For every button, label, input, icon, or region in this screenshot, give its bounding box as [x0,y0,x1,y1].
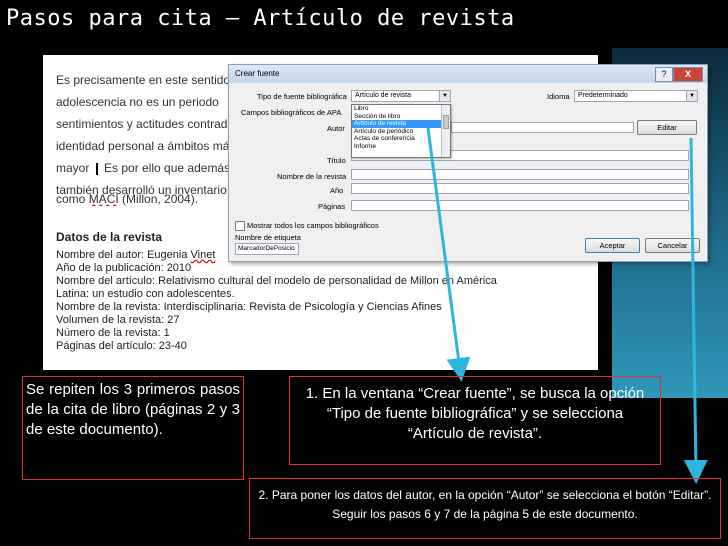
chevron-down-icon[interactable]: ▼ [439,91,450,101]
data-line: Volumen de la revista: 27 [56,314,180,326]
tag-name-label: Nombre de etiqueta [235,233,301,242]
edit-button[interactable]: Editar [637,120,697,135]
slide-title: Pasos para cita – Artículo de revista [6,6,515,31]
paragraph-fragment: Es por ello que además c [104,161,231,175]
paragraph-fragment: mayor [56,161,90,175]
paragraph-line: adolescencia no es un periodo [56,95,219,109]
source-type-value: Artículo de revista [355,92,412,99]
title-label: Título [327,156,346,165]
author-input[interactable] [451,122,634,133]
data-line: Latina: un estudio con adolescentes. [56,288,235,300]
data-line: Número de la revista: 1 [56,327,170,339]
journal-name-input[interactable] [351,169,689,180]
scrollbar-thumb[interactable] [443,115,449,129]
paragraph-fragment: (Millon, 2004). [122,192,199,206]
paragraph-line: sentimientos y actitudes contradi [56,117,231,131]
paragraph-line-last: como MACI (Millon, 2004). [56,192,231,206]
dropdown-option-libro[interactable]: Libro [352,105,450,113]
misspelled-word: Vinet [190,249,216,261]
author-label: Autor [327,124,345,133]
data-fragment: Nombre del autor: Eugenia [56,249,188,261]
accept-button[interactable]: Aceptar [585,238,640,253]
callout-repeat-steps: Se repiten los 3 primeros pasos de la ci… [22,376,244,480]
apa-fields-label: Campos bibliográficos de APA [241,108,342,117]
create-source-dialog: Crear fuente ? X Tipo de fuente bibliogr… [228,64,708,262]
pages-input[interactable] [351,200,689,211]
source-type-dropdown-list: Libro Sección de libro Artículo de revis… [351,104,451,158]
show-all-fields-label: Mostrar todos los campos bibliográficos [247,221,379,230]
pages-label: Páginas [318,202,346,211]
data-line: Año de la publicación: 2010 [56,262,192,274]
dialog-title: Crear fuente [235,69,280,78]
callout-step-2: 2. Para poner los datos del autor, en la… [249,478,721,539]
callout-step-1: 1. En la ventana “Crear fuente”, se busc… [289,376,661,465]
language-label: Idioma [547,92,570,101]
paragraph-line: mayor Es por ello que además c [56,161,231,175]
year-input[interactable] [351,183,689,194]
paragraph-line: Es precisamente en este sentido [56,73,231,87]
language-value: Predeterminado [578,92,628,99]
dropdown-option-seccion-libro[interactable]: Sección de libro [352,113,450,121]
data-line: Nombre del artículo: Relativismo cultura… [56,275,497,287]
dropdown-option-articulo-periodico[interactable]: Artículo de periódico [352,128,450,136]
dropdown-option-articulo-revista[interactable]: Artículo de revista [352,120,450,128]
paragraph-fragment: como [56,192,86,206]
data-line: Páginas del artículo: 23-40 [56,340,187,352]
dropdown-scrollbar[interactable] [441,105,450,157]
dialog-titlebar: Crear fuente ? X [229,65,707,83]
paragraph-line: identidad personal a ámbitos más [56,139,231,153]
dropdown-option-informe[interactable]: Informe [352,143,450,151]
section-heading: Datos de la revista [56,230,163,244]
text-cursor [95,162,98,175]
misspelled-word: MACI [88,192,119,206]
chevron-down-icon[interactable]: ▼ [686,91,697,101]
dropdown-option-actas-conferencia[interactable]: Actas de conferencia [352,135,450,143]
cancel-button[interactable]: Cancelar [645,238,700,253]
close-button[interactable]: X [673,67,703,82]
language-select[interactable]: Predeterminado ▼ [574,90,698,102]
source-type-label: Tipo de fuente bibliográfica [257,92,347,101]
source-type-select[interactable]: Artículo de revista ▼ [351,90,451,102]
show-all-fields-checkbox[interactable] [235,221,245,231]
year-label: Año [330,186,344,195]
data-line: Nombre del autor: Eugenia Vinet [56,249,215,261]
data-line: Nombre de la revista: Interdisciplinaria… [56,301,442,313]
tag-name-input[interactable]: MarcadorDePosicio [235,243,299,255]
journal-name-label: Nombre de la revista [277,172,347,181]
help-button[interactable]: ? [655,67,673,82]
